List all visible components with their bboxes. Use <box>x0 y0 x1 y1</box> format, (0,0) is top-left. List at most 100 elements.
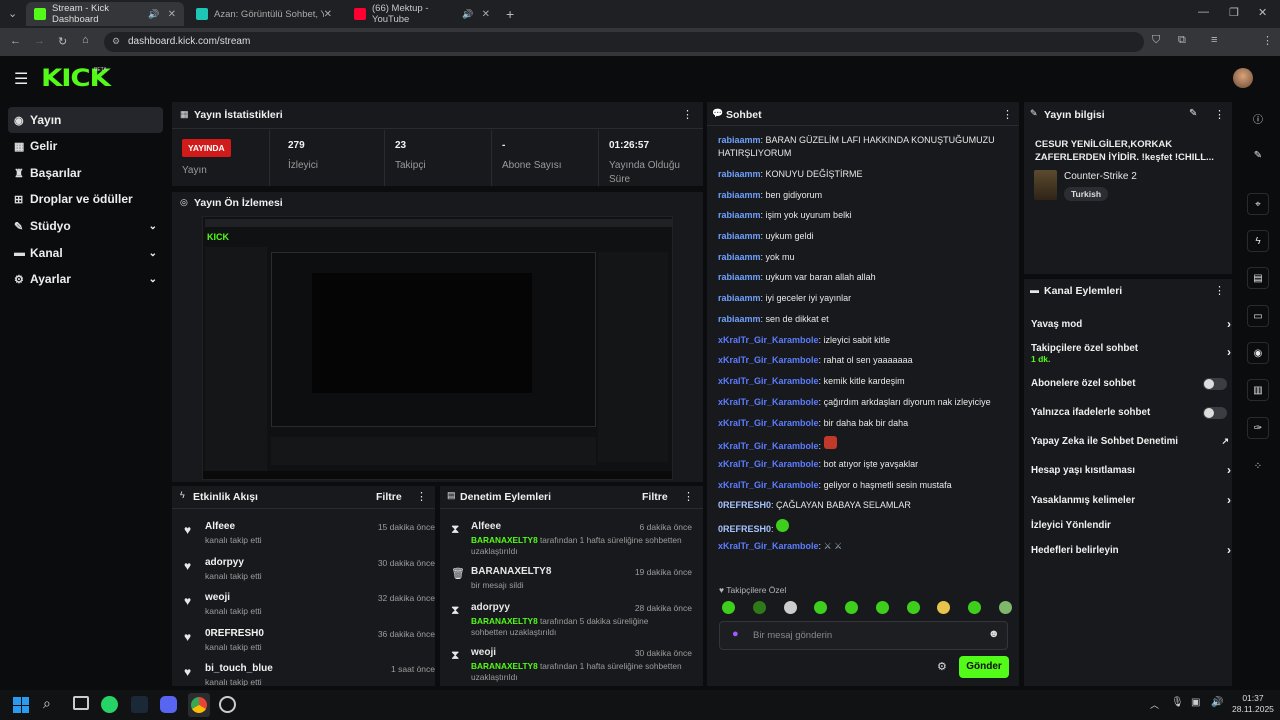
chat-username[interactable]: 0REFRESH0 <box>718 524 771 534</box>
user-name[interactable]: Alfeee <box>205 521 235 532</box>
emote-icon[interactable] <box>722 601 735 614</box>
pencil-icon[interactable]: ✎ <box>1189 108 1197 119</box>
tab-kick[interactable]: Stream - Kick Dashboard 🔊 ✕ <box>26 2 184 26</box>
speaker-icon[interactable]: 🔊 <box>462 9 473 20</box>
obs-icon[interactable] <box>219 696 236 713</box>
emote-icon[interactable] <box>814 601 828 614</box>
moderator-name[interactable]: BARANAXELTY8 <box>471 616 538 626</box>
extensions-icon[interactable]: ⧉ <box>1178 34 1186 47</box>
document-icon[interactable]: ▤ <box>1247 267 1269 289</box>
emote-icon[interactable] <box>968 601 982 614</box>
scan-icon[interactable]: ⌖ <box>1247 193 1269 215</box>
moderator-name[interactable]: BARANAXELTY8 <box>471 661 538 671</box>
info-icon[interactable]: ⓘ <box>1247 107 1269 129</box>
chat-settings-icon[interactable]: ⚙ <box>937 660 947 673</box>
more-options-icon[interactable]: ⋮ <box>682 108 693 121</box>
category-thumbnail[interactable] <box>1034 170 1057 200</box>
action-ai-moderation[interactable]: Yapay Zeka ile Sohbet Denetimi ↗ <box>1031 436 1231 447</box>
layout-icon[interactable]: ▥ <box>1247 379 1269 401</box>
maximize-button[interactable]: ❐ <box>1229 6 1239 19</box>
close-icon[interactable]: ✕ <box>324 9 332 20</box>
emote-icon[interactable] <box>875 601 889 614</box>
volume-icon[interactable]: 🔊 <box>1211 697 1223 708</box>
chat-username[interactable]: rabiaamm <box>718 272 761 282</box>
action-host-redirect[interactable]: İzleyici Yönlendir <box>1031 520 1231 531</box>
hamburger-menu-icon[interactable]: ☰ <box>14 69 28 89</box>
user-name[interactable]: weoji <box>471 647 496 658</box>
chat-username[interactable]: xKralTr_Gir_Karambole <box>718 397 819 407</box>
emoji-icon[interactable]: ☻ <box>988 628 1000 640</box>
reload-icon[interactable]: ↻ <box>58 35 67 48</box>
emote-icon[interactable] <box>937 601 951 614</box>
close-icon[interactable]: ✕ <box>168 9 176 20</box>
emote-icon[interactable] <box>845 601 859 614</box>
emote-icon[interactable] <box>998 601 1012 614</box>
tag-badge[interactable]: Turkish <box>1064 187 1109 201</box>
tab-youtube[interactable]: (66) Mektup - YouTube 🔊 ✕ <box>346 2 498 26</box>
sidebar-item-gelir[interactable]: ▦ Gelir <box>8 133 163 159</box>
sidebar-item-droplar[interactable]: ⊞ Droplar ve ödüller <box>8 186 163 212</box>
chat-username[interactable]: rabiaamm <box>718 231 761 241</box>
more-options-icon[interactable]: ⋮ <box>1214 284 1225 297</box>
user-name[interactable]: 0REFRESH0 <box>205 628 264 639</box>
filter-button[interactable]: Filtre <box>642 491 668 503</box>
close-icon[interactable]: ✕ <box>482 9 490 20</box>
sidebar-item-yayin[interactable]: ◉ Yayın <box>8 107 163 133</box>
chat-username[interactable]: xKralTr_Gir_Karambole <box>718 441 819 451</box>
user-name[interactable]: weoji <box>205 592 230 603</box>
send-button[interactable]: Gönder <box>959 656 1009 678</box>
chat-username[interactable]: rabiaamm <box>718 314 761 324</box>
more-options-icon[interactable]: ⋮ <box>1214 108 1225 121</box>
extension-shield-icon[interactable]: ⛉ <box>1152 34 1160 47</box>
clock[interactable]: 01:37 28.11.2025 <box>1232 693 1274 715</box>
chat-username[interactable]: xKralTr_Gir_Karambole <box>718 459 819 469</box>
edit-icon[interactable]: ✎ <box>1247 144 1269 166</box>
site-info-icon[interactable]: ⚙ <box>112 36 120 47</box>
discord-icon[interactable] <box>160 696 177 713</box>
stream-preview-video[interactable]: KICK <box>202 216 673 480</box>
browser-menu-icon[interactable]: ⋮ <box>1262 34 1273 47</box>
broadcast-icon[interactable]: ◉ <box>1247 342 1269 364</box>
bolt-icon[interactable]: ϟ <box>1247 230 1269 252</box>
sidebar-item-basarilar[interactable]: ♜ Başarılar <box>8 160 163 186</box>
whatsapp-icon[interactable] <box>101 696 118 713</box>
new-tab-button[interactable]: + <box>506 6 514 22</box>
chat-username[interactable]: rabiaamm <box>718 252 761 262</box>
chat-username[interactable]: xKralTr_Gir_Karambole <box>718 355 819 365</box>
chat-username[interactable]: rabiaamm <box>718 293 761 303</box>
chrome-taskbar-button[interactable] <box>188 693 210 717</box>
action-banned-words[interactable]: Yasaklanmış kelimeler › <box>1031 493 1231 507</box>
user-name[interactable]: bi_touch_blue <box>205 663 273 674</box>
window-close-button[interactable]: ✕ <box>1258 6 1267 19</box>
steam-icon[interactable] <box>131 696 148 713</box>
wrench-icon[interactable]: ✑ <box>1247 417 1269 439</box>
chat-username[interactable]: rabiaamm <box>718 210 761 220</box>
chat-username[interactable]: rabiaamm <box>718 135 761 145</box>
filter-button[interactable]: Filtre <box>376 491 402 503</box>
media-icon[interactable]: ≡ <box>1211 34 1217 46</box>
address-field[interactable]: ⚙ dashboard.kick.com/stream <box>104 32 1144 52</box>
chat-username[interactable]: xKralTr_Gir_Karambole <box>718 541 819 551</box>
subscribers-only-toggle[interactable] <box>1203 378 1227 390</box>
action-goals[interactable]: Hedefleri belirleyin › <box>1031 543 1231 557</box>
tray-chevron-icon[interactable]: ︿ <box>1150 698 1159 711</box>
user-avatar[interactable] <box>1233 68 1253 88</box>
microphone-icon[interactable]: ● <box>732 628 739 640</box>
emotes-only-toggle[interactable] <box>1203 407 1227 419</box>
action-followers-only[interactable]: Takipçilere özel sohbet 1 dk. › <box>1031 343 1231 365</box>
tab-search-icon[interactable]: ⌄ <box>8 7 17 20</box>
emote-icon[interactable] <box>783 601 797 614</box>
emote-icon[interactable] <box>906 601 920 614</box>
minimize-button[interactable]: — <box>1198 6 1209 18</box>
more-options-icon[interactable]: ⋮ <box>1002 108 1013 121</box>
chat-username[interactable]: 0REFRESH0 <box>718 500 771 510</box>
action-account-age[interactable]: Hesap yaşı kısıtlaması › <box>1031 463 1231 477</box>
chat-username[interactable]: xKralTr_Gir_Karambole <box>718 480 819 490</box>
search-icon[interactable]: ⌕ <box>43 695 51 712</box>
microphone-icon[interactable]: 🎙 <box>1171 697 1184 708</box>
chat-input[interactable]: ● Bir mesaj gönderin ☻ <box>719 621 1008 650</box>
user-name[interactable]: BARANAXELTY8 <box>471 566 551 577</box>
speaker-icon[interactable]: 🔊 <box>148 9 159 20</box>
more-options-icon[interactable]: ⋮ <box>683 490 694 503</box>
moderator-name[interactable]: BARANAXELTY8 <box>471 535 538 545</box>
